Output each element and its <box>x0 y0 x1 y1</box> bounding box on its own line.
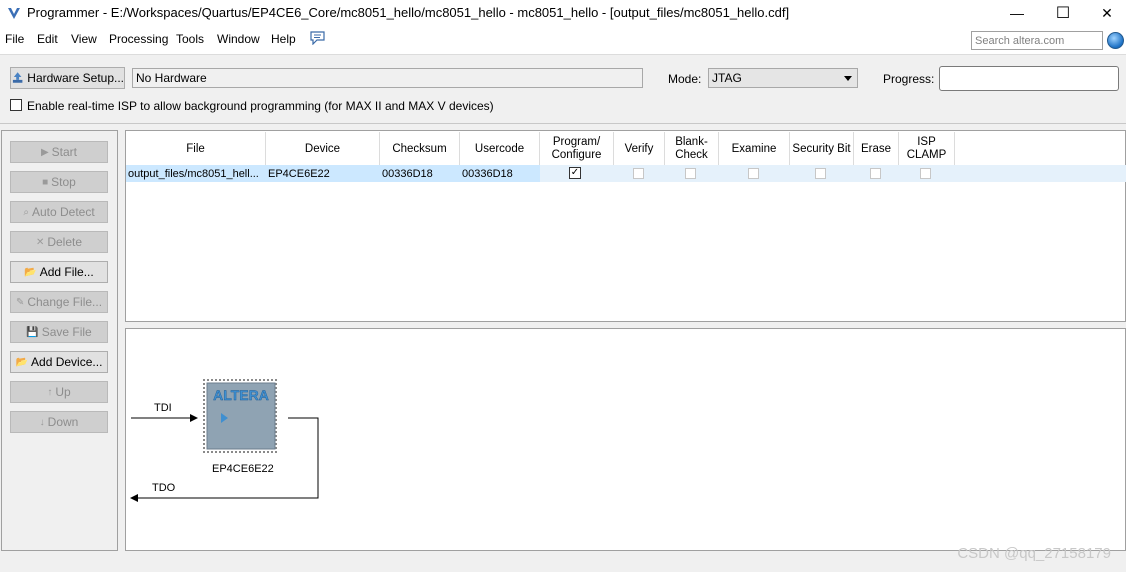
menu-window[interactable]: Window <box>217 32 260 46</box>
hardware-setup-button[interactable]: Hardware Setup... <box>10 67 125 89</box>
progress-label: Progress: <box>883 72 935 86</box>
add-device-icon: 📂 <box>15 356 29 368</box>
header-file[interactable]: File <box>126 132 266 166</box>
add-device-label: Add Device... <box>31 355 103 369</box>
divider <box>0 123 1126 124</box>
stop-icon: ■ <box>42 176 49 188</box>
delete-button[interactable]: ✕ Delete <box>10 231 108 253</box>
hardware-setup-icon <box>12 72 23 83</box>
isp-checkbox[interactable] <box>10 99 22 111</box>
mode-select[interactable]: JTAG <box>708 68 858 88</box>
header-usercode[interactable]: Usercode <box>460 132 540 166</box>
auto-detect-button[interactable]: ⌕ Auto Detect <box>10 201 108 223</box>
minimize-button[interactable]: — <box>994 0 1040 26</box>
watermark: CSDN @qq_27158179 <box>957 545 1111 562</box>
header-examine[interactable]: Examine <box>719 132 790 166</box>
menu-file[interactable]: File <box>5 32 24 46</box>
header-device[interactable]: Device <box>266 132 380 166</box>
add-device-button[interactable]: 📂 Add Device... <box>10 351 108 373</box>
cell-device: EP4CE6E22 <box>268 168 330 180</box>
window-title: Programmer - E:/Workspaces/Quartus/EP4CE… <box>27 5 790 20</box>
close-icon: ✕ <box>1101 4 1113 21</box>
start-button[interactable]: ▶ Start <box>10 141 108 163</box>
up-button[interactable]: ↑ Up <box>10 381 108 403</box>
hardware-field: No Hardware <box>132 68 643 88</box>
checkmark-icon: ✓ <box>570 167 580 178</box>
delete-icon: ✕ <box>35 236 45 248</box>
header-blank-check[interactable]: Blank- Check <box>665 132 719 166</box>
programmer-app-icon <box>8 8 20 19</box>
change-file-button[interactable]: ✎ Change File... <box>10 291 108 313</box>
delete-label: Delete <box>47 235 83 249</box>
progress-bar <box>939 66 1119 91</box>
tdo-label: TDO <box>152 482 176 494</box>
hardware-setup-label: Hardware Setup... <box>27 71 124 85</box>
mode-value: JTAG <box>712 71 742 85</box>
isp-label: Enable real-time ISP to allow background… <box>27 99 494 113</box>
blank-check-checkbox[interactable] <box>685 168 696 179</box>
cell-file: output_files/mc8051_hell... <box>128 168 259 180</box>
up-icon: ↑ <box>47 386 53 398</box>
chain-device-name: EP4CE6E22 <box>212 463 274 475</box>
header-checksum[interactable]: Checksum <box>380 132 460 166</box>
stop-label: Stop <box>51 175 76 189</box>
add-file-label: Add File... <box>39 265 94 279</box>
search-input[interactable]: Search altera.com <box>971 31 1103 50</box>
menu-edit[interactable]: Edit <box>37 32 58 46</box>
erase-checkbox[interactable] <box>870 168 881 179</box>
menu-tools[interactable]: Tools <box>176 32 204 46</box>
chevron-down-icon <box>844 76 852 81</box>
change-file-label: Change File... <box>27 295 103 309</box>
maximize-icon: ☐ <box>1055 5 1071 22</box>
down-label: Down <box>47 415 79 429</box>
close-button[interactable]: ✕ <box>1084 0 1126 26</box>
down-icon: ↓ <box>39 416 45 428</box>
menu-bar <box>0 26 1126 55</box>
save-file-label: Save File <box>41 325 92 339</box>
header-isp-clamp[interactable]: ISP CLAMP <box>899 132 955 166</box>
verify-checkbox[interactable] <box>633 168 644 179</box>
up-label: Up <box>55 385 71 399</box>
maximize-button[interactable]: ☐ <box>1040 0 1086 26</box>
security-bit-checkbox[interactable] <box>815 168 826 179</box>
altera-logo: ALTERA <box>213 387 269 403</box>
stop-button[interactable]: ■ Stop <box>10 171 108 193</box>
device-chip[interactable]: ALTERA <box>203 379 279 453</box>
header-program-configure[interactable]: Program/ Configure <box>540 132 614 166</box>
auto-detect-icon: ⌕ <box>23 206 29 218</box>
save-file-icon: 💾 <box>26 326 39 338</box>
down-button[interactable]: ↓ Down <box>10 411 108 433</box>
auto-detect-label: Auto Detect <box>31 205 95 219</box>
save-file-button[interactable]: 💾 Save File <box>10 321 108 343</box>
add-file-button[interactable]: 📂 Add File... <box>10 261 108 283</box>
change-file-icon: ✎ <box>15 296 25 308</box>
isp-clamp-checkbox[interactable] <box>920 168 931 179</box>
mode-label: Mode: <box>668 72 702 86</box>
start-label: Start <box>51 145 78 159</box>
minimize-icon: — <box>1010 5 1024 21</box>
menu-help[interactable]: Help <box>271 32 296 46</box>
cell-checksum: 00336D18 <box>382 168 433 180</box>
chip-icon: ALTERA <box>203 379 279 453</box>
start-icon: ▶ <box>40 146 49 158</box>
header-erase[interactable]: Erase <box>854 132 899 166</box>
program-checkbox[interactable]: ✓ <box>569 167 581 179</box>
cell-usercode: 00336D18 <box>462 168 513 180</box>
row-highlight-tail <box>955 165 1126 182</box>
tdi-label: TDI <box>154 402 172 414</box>
examine-checkbox[interactable] <box>748 168 759 179</box>
menu-view[interactable]: View <box>71 32 97 46</box>
add-file-icon: 📂 <box>24 266 37 278</box>
header-security-bit[interactable]: Security Bit <box>790 132 854 166</box>
globe-icon[interactable] <box>1107 32 1124 49</box>
feedback-icon[interactable] <box>310 31 325 45</box>
menu-processing[interactable]: Processing <box>109 32 168 46</box>
header-verify[interactable]: Verify <box>614 132 665 166</box>
